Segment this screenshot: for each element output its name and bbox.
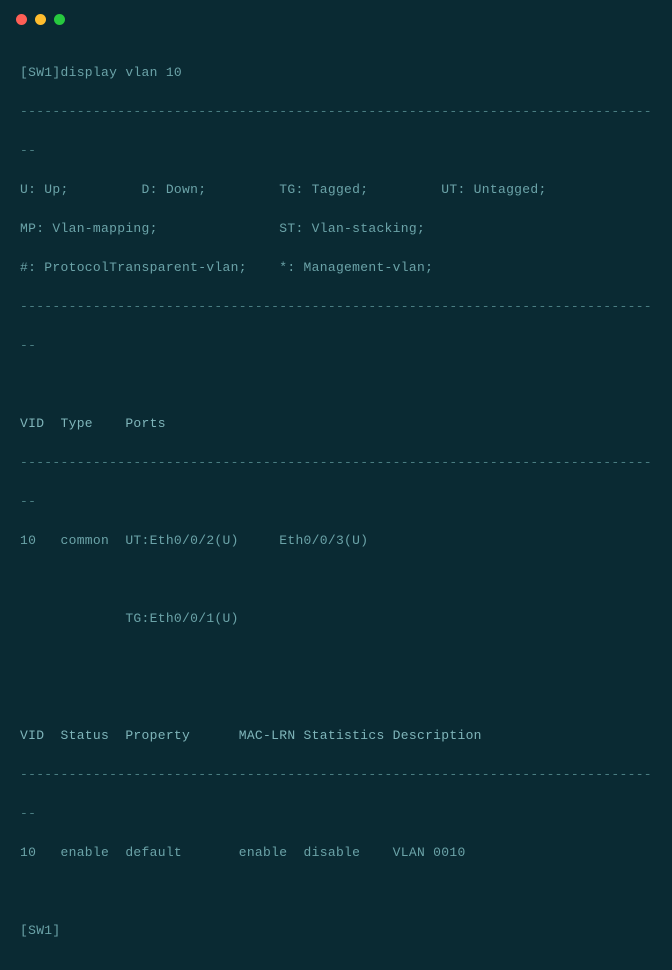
divider-line: ----------------------------------------… [20, 297, 652, 317]
table-row: TG:Eth0/0/1(U) [20, 609, 652, 629]
blank-line [20, 375, 652, 395]
divider-cont: -- [20, 492, 652, 512]
legend-line-2: MP: Vlan-mapping; ST: Vlan-stacking; [20, 219, 652, 239]
table-row: 10 enable default enable disable VLAN 00… [20, 843, 652, 863]
divider-cont: -- [20, 336, 652, 356]
divider-line: ----------------------------------------… [20, 102, 652, 122]
command-prompt: [SW1]display vlan 10 [20, 63, 652, 83]
divider-cont: -- [20, 141, 652, 161]
maximize-icon[interactable] [54, 14, 65, 25]
blank-line [20, 882, 652, 902]
command-prompt-idle[interactable]: [SW1] [20, 921, 652, 941]
divider-cont: -- [20, 804, 652, 824]
divider-line: ----------------------------------------… [20, 765, 652, 785]
table-header-ports: VID Type Ports [20, 414, 652, 434]
close-icon[interactable] [16, 14, 27, 25]
blank-line [20, 570, 652, 590]
legend-line-1: U: Up; D: Down; TG: Tagged; UT: Untagged… [20, 180, 652, 200]
terminal-output: [SW1]display vlan 10 -------------------… [0, 33, 672, 970]
window-controls [0, 0, 672, 33]
divider-line: ----------------------------------------… [20, 453, 652, 473]
blank-line [20, 687, 652, 707]
table-row: 10 common UT:Eth0/0/2(U) Eth0/0/3(U) [20, 531, 652, 551]
table-header-status: VID Status Property MAC-LRN Statistics D… [20, 726, 652, 746]
legend-line-3: #: ProtocolTransparent-vlan; *: Manageme… [20, 258, 652, 278]
blank-line [20, 648, 652, 668]
minimize-icon[interactable] [35, 14, 46, 25]
